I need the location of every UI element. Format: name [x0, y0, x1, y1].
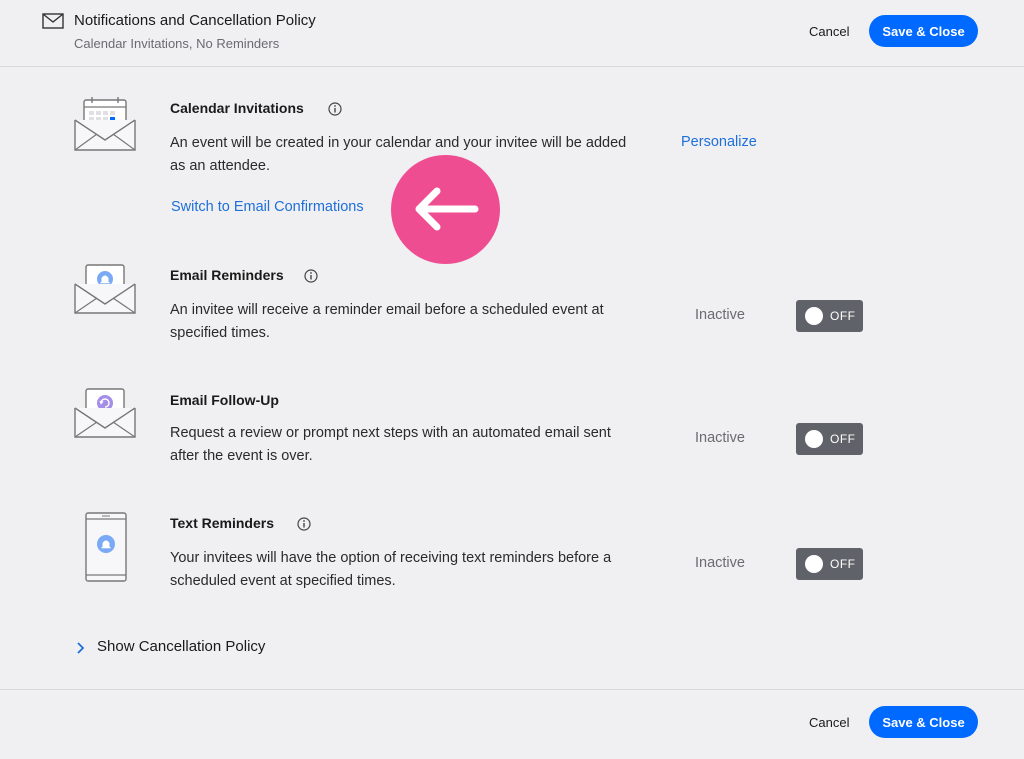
calendar-invitations-title: Calendar Invitations	[170, 100, 304, 116]
email-followup-title: Email Follow-Up	[170, 392, 279, 408]
text-reminders-toggle[interactable]: OFF	[796, 548, 863, 580]
calendar-envelope-icon	[74, 97, 136, 151]
cancellation-policy-label: Show Cancellation Policy	[97, 638, 266, 655]
footer: Cancel Save & Close	[0, 689, 1024, 759]
followup-envelope-icon	[74, 388, 136, 438]
info-icon[interactable]	[304, 269, 318, 283]
page-title: Notifications and Cancellation Policy	[74, 12, 316, 29]
toggle-label: OFF	[830, 557, 856, 571]
status-text: Inactive	[695, 430, 745, 446]
cancel-button[interactable]: Cancel	[809, 24, 849, 39]
email-followup-toggle[interactable]: OFF	[796, 423, 863, 455]
highlight-arrow	[391, 155, 500, 264]
switch-email-confirmations-link[interactable]: Switch to Email Confirmations	[171, 199, 364, 215]
save-close-button[interactable]: Save & Close	[869, 15, 978, 47]
text-reminders-description: Your invitees will have the option of re…	[170, 550, 612, 589]
email-reminders-toggle[interactable]: OFF	[796, 300, 863, 332]
email-followup-description: Request a review or prompt next steps wi…	[170, 425, 611, 464]
toggle-knob	[805, 430, 823, 448]
page-subtitle: Calendar Invitations, No Reminders	[74, 36, 280, 51]
toggle-label: OFF	[830, 432, 856, 446]
email-reminders-title: Email Reminders	[170, 267, 284, 283]
phone-bell-icon	[85, 512, 127, 582]
chevron-right-icon	[77, 642, 85, 654]
email-reminders-description: An invitee will receive a reminder email…	[170, 302, 604, 341]
status-text: Inactive	[695, 555, 745, 571]
toggle-knob	[805, 307, 823, 325]
status-text: Inactive	[695, 307, 745, 323]
info-icon[interactable]	[328, 102, 342, 116]
toggle-knob	[805, 555, 823, 573]
save-close-button[interactable]: Save & Close	[869, 706, 978, 738]
cancel-button[interactable]: Cancel	[809, 715, 849, 730]
arrow-left-icon	[415, 187, 479, 231]
toggle-label: OFF	[830, 309, 856, 323]
info-icon[interactable]	[297, 517, 311, 531]
bell-envelope-icon	[74, 264, 136, 314]
header: Notifications and Cancellation Policy Ca…	[0, 0, 1024, 67]
mail-icon	[42, 13, 64, 29]
personalize-link[interactable]: Personalize	[681, 134, 757, 150]
text-reminders-title: Text Reminders	[170, 515, 274, 531]
